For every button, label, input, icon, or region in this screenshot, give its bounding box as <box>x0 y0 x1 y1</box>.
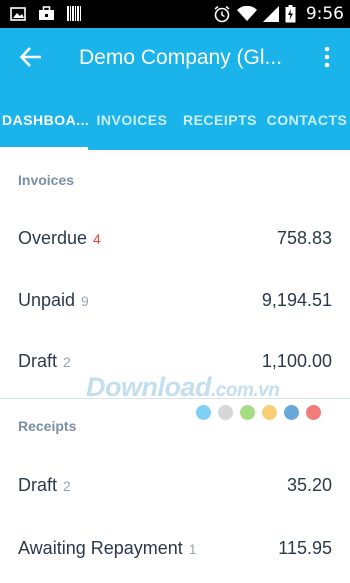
tab-invoices[interactable]: INVOICES <box>88 108 176 150</box>
row-count: 2 <box>63 354 71 370</box>
row-label: Draft 2 <box>18 351 71 371</box>
status-time: 9:56 <box>305 4 344 24</box>
app-bar: Demo Company (Gl... DASHBOA... INVOICES … <box>0 28 350 150</box>
watermark: Download.com.vn <box>86 372 280 402</box>
row-amount: 1,100.00 <box>261 351 332 371</box>
briefcase-icon <box>39 6 54 20</box>
receipt-row-draft[interactable]: Draft 2 35.20 <box>0 467 350 507</box>
watermark-dot <box>284 405 299 420</box>
row-label: Awaiting Repayment 1 <box>18 538 197 558</box>
watermark-dot <box>218 405 233 420</box>
row-label: Draft 2 <box>18 475 71 495</box>
watermark-dots <box>196 405 321 420</box>
watermark-dot <box>306 405 321 420</box>
battery-icon <box>285 5 296 23</box>
invoice-row-overdue[interactable]: Overdue 4 758.83 <box>0 220 350 260</box>
watermark-dot <box>196 405 211 420</box>
wifi-icon <box>236 6 257 21</box>
row-count: 9 <box>81 293 89 309</box>
tab-contacts[interactable]: CONTACTS <box>264 108 350 150</box>
section-header-invoices: Invoices <box>18 172 75 188</box>
row-label: Unpaid 9 <box>18 290 89 310</box>
tab-receipts[interactable]: RECEIPTS <box>176 108 264 150</box>
dashboard-content: Invoices Overdue 4 758.83 Unpaid 9 9,194.5… <box>0 150 350 583</box>
watermark-dot <box>262 405 277 420</box>
tab-dashboard[interactable]: DASHBOA... <box>0 108 88 150</box>
row-amount: 9,194.51 <box>261 290 332 310</box>
receipt-row-awaiting-repayment[interactable]: Awaiting Repayment 1 115.95 <box>0 530 350 570</box>
row-amount: 758.83 <box>276 228 332 248</box>
row-label: Overdue 4 <box>18 228 101 248</box>
tab-bar: DASHBOA... INVOICES RECEIPTS CONTACTS <box>0 108 350 150</box>
row-amount: 115.95 <box>278 538 332 558</box>
signal-icon <box>262 6 279 22</box>
image-icon <box>10 6 26 21</box>
invoice-row-unpaid[interactable]: Unpaid 9 9,194.51 <box>0 282 350 322</box>
alarm-icon <box>214 5 230 23</box>
more-vert-icon[interactable] <box>320 44 334 70</box>
watermark-dot <box>240 405 255 420</box>
page-title: Demo Company (Gl... <box>79 46 283 69</box>
status-bar: 9:56 <box>0 0 350 28</box>
barcode-icon <box>67 6 81 21</box>
row-amount: 35.20 <box>286 475 332 495</box>
row-count: 2 <box>63 478 71 494</box>
section-header-receipts: Receipts <box>18 418 77 434</box>
arrow-left-icon[interactable] <box>18 44 44 70</box>
row-count: 4 <box>93 231 101 247</box>
row-count: 1 <box>188 541 197 557</box>
